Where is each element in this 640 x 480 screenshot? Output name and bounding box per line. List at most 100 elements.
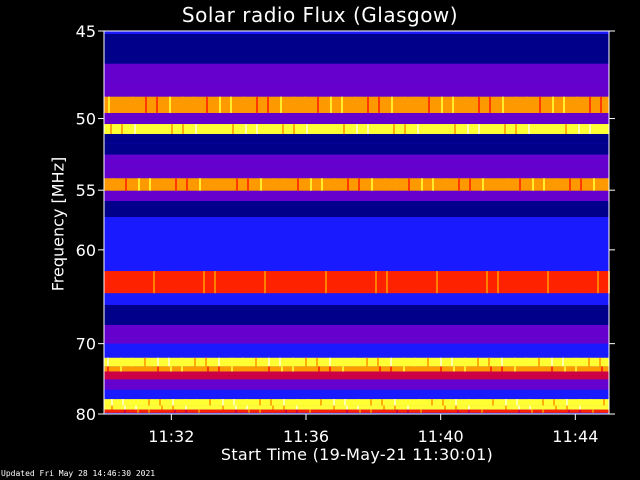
heatmap-speckle <box>481 405 483 410</box>
heatmap-speckle <box>386 271 388 294</box>
heatmap-band <box>104 379 609 390</box>
heatmap-speckle <box>161 405 163 410</box>
heatmap-speckle <box>379 366 381 372</box>
heatmap-speckle <box>528 124 530 134</box>
heatmap-speckle <box>161 409 163 413</box>
heatmap-speckle <box>172 399 174 406</box>
heatmap-speckle <box>551 357 553 367</box>
heatmap-speckle <box>440 357 442 367</box>
heatmap-speckle <box>563 96 565 113</box>
heatmap-speckle <box>309 405 311 410</box>
heatmap-speckle <box>175 178 177 191</box>
heatmap-speckle <box>182 124 184 134</box>
heatmap-speckle <box>384 178 386 191</box>
heatmap-band <box>104 343 609 358</box>
heatmap-speckle <box>317 96 319 113</box>
heatmap-speckle <box>346 409 348 413</box>
heatmap-speckle <box>310 178 312 191</box>
heatmap-speckle <box>259 399 261 406</box>
heatmap-speckle <box>492 405 494 410</box>
heatmap-speckle <box>107 357 109 367</box>
heatmap-speckle <box>523 271 525 294</box>
heatmap-speckle <box>322 409 324 413</box>
heatmap-speckle <box>445 178 447 191</box>
heatmap-speckle <box>111 399 113 406</box>
heatmap-speckle <box>403 366 405 372</box>
heatmap-speckle <box>292 366 294 372</box>
heatmap-speckle <box>296 409 298 413</box>
heatmap-speckle <box>222 405 224 410</box>
heatmap-speckle <box>416 366 418 372</box>
heatmap-speckle <box>301 271 303 294</box>
heatmap-speckle <box>367 124 369 134</box>
heatmap-speckle <box>270 399 272 406</box>
x-axis-label: Start Time (19-May-21 11:30:01) <box>220 445 494 464</box>
heatmap-band <box>104 238 609 272</box>
heatmap-speckle <box>356 124 358 134</box>
heatmap-speckle <box>148 399 150 406</box>
heatmap-speckle <box>269 124 271 134</box>
heatmap-speckle <box>421 178 423 191</box>
heatmap-speckle <box>312 271 314 294</box>
heatmap-band <box>104 112 609 125</box>
heatmap-speckle <box>256 96 258 113</box>
heatmap-band <box>104 293 609 305</box>
heatmap-speckle <box>259 405 261 410</box>
heatmap-speckle <box>283 399 285 406</box>
heatmap-band <box>104 304 609 325</box>
heatmap-speckle <box>451 357 453 367</box>
heatmap-speckle <box>519 178 521 191</box>
heatmap-speckle <box>441 124 443 134</box>
heatmap-speckle <box>259 409 261 413</box>
heatmap-speckle <box>148 409 150 413</box>
heatmap-speckle <box>486 271 488 294</box>
heatmap-speckle <box>543 178 545 191</box>
heatmap-speckle <box>568 409 570 413</box>
heatmap-speckle <box>514 366 516 372</box>
heatmap-speckle <box>362 271 364 294</box>
heatmap-speckle <box>256 124 258 134</box>
heatmap-speckle <box>320 405 322 410</box>
heatmap-speckle <box>455 399 457 406</box>
heatmap-speckle <box>477 357 479 367</box>
heatmap-speckle <box>552 96 554 113</box>
heatmap-speckle <box>347 178 349 191</box>
heatmap-speckle <box>478 96 480 113</box>
heatmap-speckle <box>393 124 395 134</box>
heatmap-speckle <box>133 366 135 372</box>
heatmap-speckle <box>380 124 382 134</box>
heatmap-speckle <box>120 357 122 367</box>
heatmap-speckle <box>218 366 220 372</box>
heatmap-speckle <box>131 357 133 367</box>
heatmap-band <box>104 371 609 380</box>
heatmap-speckle <box>318 366 320 372</box>
heatmap-speckle <box>495 178 497 191</box>
heatmap-speckle <box>206 96 208 113</box>
heatmap-speckle <box>505 405 507 410</box>
heatmap-speckle <box>166 271 168 294</box>
heatmap-speckle <box>560 271 562 294</box>
heatmap-speckle <box>218 357 220 367</box>
heatmap-speckle <box>236 178 238 191</box>
heatmap-speckle <box>132 96 134 113</box>
heatmap-speckle <box>329 366 331 372</box>
heatmap-speckle <box>504 124 506 134</box>
heatmap-speckle <box>219 124 221 134</box>
heatmap-speckle <box>603 399 605 406</box>
heatmap-speckle <box>223 178 225 191</box>
heatmap-speckle <box>246 399 248 406</box>
heatmap-speckle <box>441 96 443 113</box>
heatmap-speckle <box>162 178 164 191</box>
heatmap-speckle <box>319 124 321 134</box>
heatmap-speckle <box>145 96 147 113</box>
heatmap-speckle <box>108 96 110 113</box>
y-axis-label: Frequency [MHz] <box>48 156 68 292</box>
heatmap-band <box>104 409 609 413</box>
heatmap-speckle <box>370 399 372 406</box>
heatmap-speckle <box>353 357 355 367</box>
heatmap-speckle <box>172 405 174 410</box>
heatmap-speckle <box>349 271 351 294</box>
heatmap-speckle <box>538 366 540 372</box>
heatmap-speckle <box>589 96 591 113</box>
heatmap-speckle <box>359 409 361 413</box>
